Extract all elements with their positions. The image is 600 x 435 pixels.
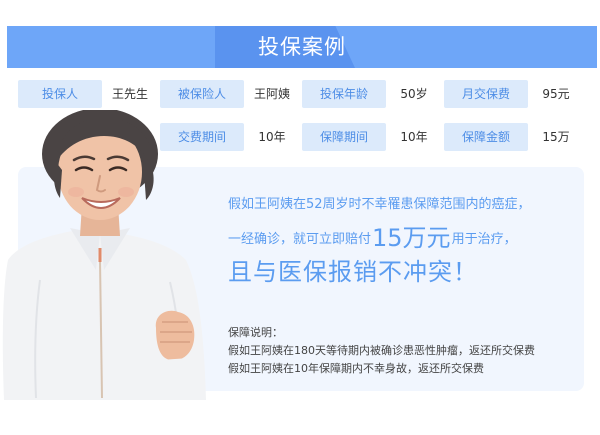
headline-line-2: 一经确诊，就可立即赔付15万元用于治疗， [228, 218, 517, 253]
coverage-note-item: 假如王阿姨在180天等待期内被确诊患恶性肿瘤，返还所交保费 [228, 344, 535, 357]
smiling-woman-portrait-icon [2, 110, 206, 400]
coverage-notes-title: 保障说明： [228, 326, 283, 339]
label-monthly-premium: 月交保费 [444, 80, 528, 108]
headline-line-2-suffix: 用于治疗， [451, 232, 517, 247]
label-insured: 被保险人 [160, 80, 244, 108]
headline-line-1: 假如王阿姨在52周岁时不幸罹患保障范围内的癌症， [228, 197, 531, 212]
label-policyholder: 投保人 [18, 80, 102, 108]
value-policyholder: 王先生 [111, 87, 148, 101]
value-payment-period: 10年 [258, 130, 286, 144]
value-coverage-amount: 15万 [542, 130, 570, 144]
coverage-note-item: 假如王阿姨在10年保障期内不幸身故，返还所交保费 [228, 362, 484, 375]
coverage-notes: 保障说明： 假如王阿姨在180天等待期内被确诊患恶性肿瘤，返还所交保费 假如王阿… [228, 324, 535, 378]
headline-line-3: 且与医保报销不冲突！ [228, 258, 478, 286]
value-monthly-premium: 95元 [542, 87, 570, 101]
label-coverage-amount: 保障金额 [444, 123, 528, 151]
label-coverage-period: 保障期间 [302, 123, 386, 151]
label-insured-age: 投保年龄 [302, 80, 386, 108]
header-banner: 投保案例 [7, 26, 597, 68]
value-insured: 王阿姨 [253, 87, 290, 101]
headline-line-2-prefix: 一经确诊，就可立即赔付 [228, 232, 372, 247]
payout-amount: 15万元 [372, 224, 451, 252]
value-coverage-period: 10年 [400, 130, 428, 144]
value-insured-age: 50岁 [400, 87, 428, 101]
info-row-1: 投保人 王先生 被保险人 王阿姨 投保年龄 50岁 月交保费 95元 [0, 80, 600, 108]
page-title: 投保案例 [258, 35, 346, 59]
